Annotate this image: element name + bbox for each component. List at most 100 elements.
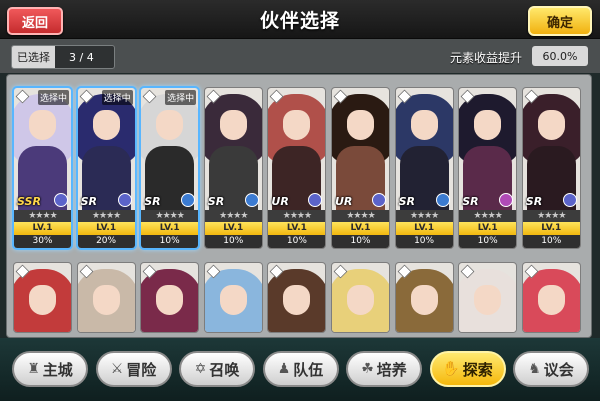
partner-portrait: 选择中 SSR (14, 88, 71, 210)
portrait-face (92, 110, 120, 140)
partner-grid: 选择中 SSR ★★★★ LV.1 30% 选择中 SR ★★★★ LV.1 20% 选择中 SR ★★… (6, 74, 592, 338)
portrait-face (410, 285, 438, 315)
partner-portrait: UR (332, 88, 389, 210)
class-icon (117, 193, 132, 207)
portrait-face (29, 110, 56, 140)
partner-card[interactable]: SR ★★★★ LV.1 10% (204, 88, 262, 248)
partner-portrait: SR (395, 88, 453, 210)
partner-portrait: SR (204, 88, 262, 210)
partner-card[interactable] (77, 263, 135, 332)
portrait-face (219, 285, 247, 315)
nav-label: 主城 (42, 360, 73, 379)
nav-4-button[interactable]: ♟ 队伍 (262, 351, 339, 387)
class-icon (54, 193, 68, 207)
partner-portrait (14, 263, 71, 332)
top-bar: 返回 伙伴选择 确定 (0, 0, 600, 39)
nav-6-button[interactable]: ✋ 探索 (429, 351, 506, 387)
council-icon: ♞ (528, 361, 541, 377)
partner-card[interactable]: SR ★★★★ LV.1 10% (459, 88, 517, 248)
selected-tag: 选择中 (165, 90, 197, 105)
partner-portrait: SR (459, 88, 517, 210)
level-label: LV.1 (141, 222, 199, 235)
star-rating: ★★★★ (395, 210, 453, 222)
selected-tag: 选择中 (101, 90, 133, 105)
partner-card[interactable] (141, 263, 199, 332)
partner-portrait (141, 263, 199, 332)
partner-portrait (77, 263, 135, 332)
partner-card[interactable] (204, 263, 262, 332)
selected-count-box: 已选择 3 / 4 (11, 45, 115, 69)
star-rating: ★★★★ (332, 210, 389, 222)
partner-card[interactable]: 选择中 SR ★★★★ LV.1 10% (141, 88, 199, 248)
partner-card[interactable] (14, 263, 71, 332)
portrait-face (537, 110, 565, 140)
rarity-badge: SR (462, 195, 479, 208)
partner-card[interactable] (332, 263, 389, 332)
star-rating: ★★★★ (14, 210, 71, 222)
level-label: LV.1 (204, 222, 262, 235)
explore-icon: ✋ (442, 361, 460, 377)
bottom-nav: ♜ 主城 ⚔ 冒险 ✡ 召唤 ♟ 队伍 ☘ 培养 ✋ 探索 ♞ 议会 (0, 338, 600, 401)
rarity-badge: SR (398, 195, 415, 208)
partner-card[interactable] (459, 263, 517, 332)
nav-7-button[interactable]: ♞ 议会 (513, 351, 589, 387)
partner-card[interactable] (395, 263, 453, 332)
portrait-face (283, 110, 311, 140)
page-title: 伙伴选择 (259, 10, 340, 32)
level-label: LV.1 (77, 222, 135, 235)
level-label: LV.1 (522, 222, 580, 235)
partner-card[interactable] (522, 263, 580, 332)
team-icon: ♟ (277, 361, 291, 377)
portrait-face (347, 110, 374, 140)
nav-2-button[interactable]: ⚔ 冒险 (95, 351, 172, 387)
partner-portrait (332, 263, 389, 332)
nav-5-button[interactable]: ☘ 培养 (346, 351, 422, 387)
rarity-badge: UR (335, 195, 353, 208)
partner-card[interactable]: SR ★★★★ LV.1 10% (522, 88, 580, 248)
bonus-percent: 10% (459, 235, 517, 248)
nav-label: 召唤 (209, 360, 240, 379)
level-label: LV.1 (459, 222, 517, 235)
portrait-face (410, 110, 438, 140)
portrait-face (156, 285, 184, 315)
bonus-percent: 10% (395, 235, 453, 248)
partner-card[interactable] (268, 263, 326, 332)
confirm-button[interactable]: 确定 (528, 6, 592, 36)
rarity-badge: SR (207, 195, 225, 208)
portrait-face (92, 285, 120, 315)
partner-portrait (268, 263, 326, 332)
portrait-face (537, 285, 565, 315)
partner-portrait: 选择中 SR (77, 88, 135, 210)
nav-label: 培养 (376, 360, 407, 379)
rarity-badge: UR (271, 195, 289, 208)
star-rating: ★★★★ (459, 210, 517, 222)
class-icon (244, 193, 259, 207)
element-bonus-value: 60.0% (532, 46, 588, 66)
rarity-badge: SR (144, 195, 161, 208)
star-rating: ★★★★ (522, 210, 580, 222)
class-icon (372, 193, 386, 207)
element-bonus-label: 元素收益提升 (449, 51, 522, 65)
selected-count: 3 / 4 (69, 50, 94, 64)
bonus-percent: 10% (141, 235, 199, 248)
summon-circle-icon: ✡ (194, 361, 207, 377)
bonus-percent: 10% (332, 235, 389, 248)
nav-label: 冒险 (126, 360, 157, 379)
partner-card[interactable]: SR ★★★★ LV.1 10% (395, 88, 453, 248)
nav-label: 议会 (543, 360, 574, 379)
partner-card[interactable]: UR ★★★★ LV.1 10% (268, 88, 326, 248)
rarity-badge: SR (525, 195, 543, 208)
selected-label: 已选择 (12, 46, 55, 68)
crossed-swords-icon: ⚔ (110, 361, 124, 377)
nav-1-button[interactable]: ♜ 主城 (12, 351, 88, 387)
partner-card[interactable]: 选择中 SR ★★★★ LV.1 20% (77, 88, 135, 248)
rarity-badge: SSR (17, 195, 41, 208)
partner-card[interactable]: 选择中 SSR ★★★★ LV.1 30% (14, 88, 71, 248)
partner-portrait: SR (522, 88, 580, 210)
nav-3-button[interactable]: ✡ 召唤 (179, 351, 255, 387)
portrait-face (156, 110, 184, 140)
partner-card[interactable]: UR ★★★★ LV.1 10% (332, 88, 389, 248)
partner-portrait (459, 263, 517, 332)
portrait-face (283, 285, 311, 315)
star-rating: ★★★★ (204, 210, 262, 222)
